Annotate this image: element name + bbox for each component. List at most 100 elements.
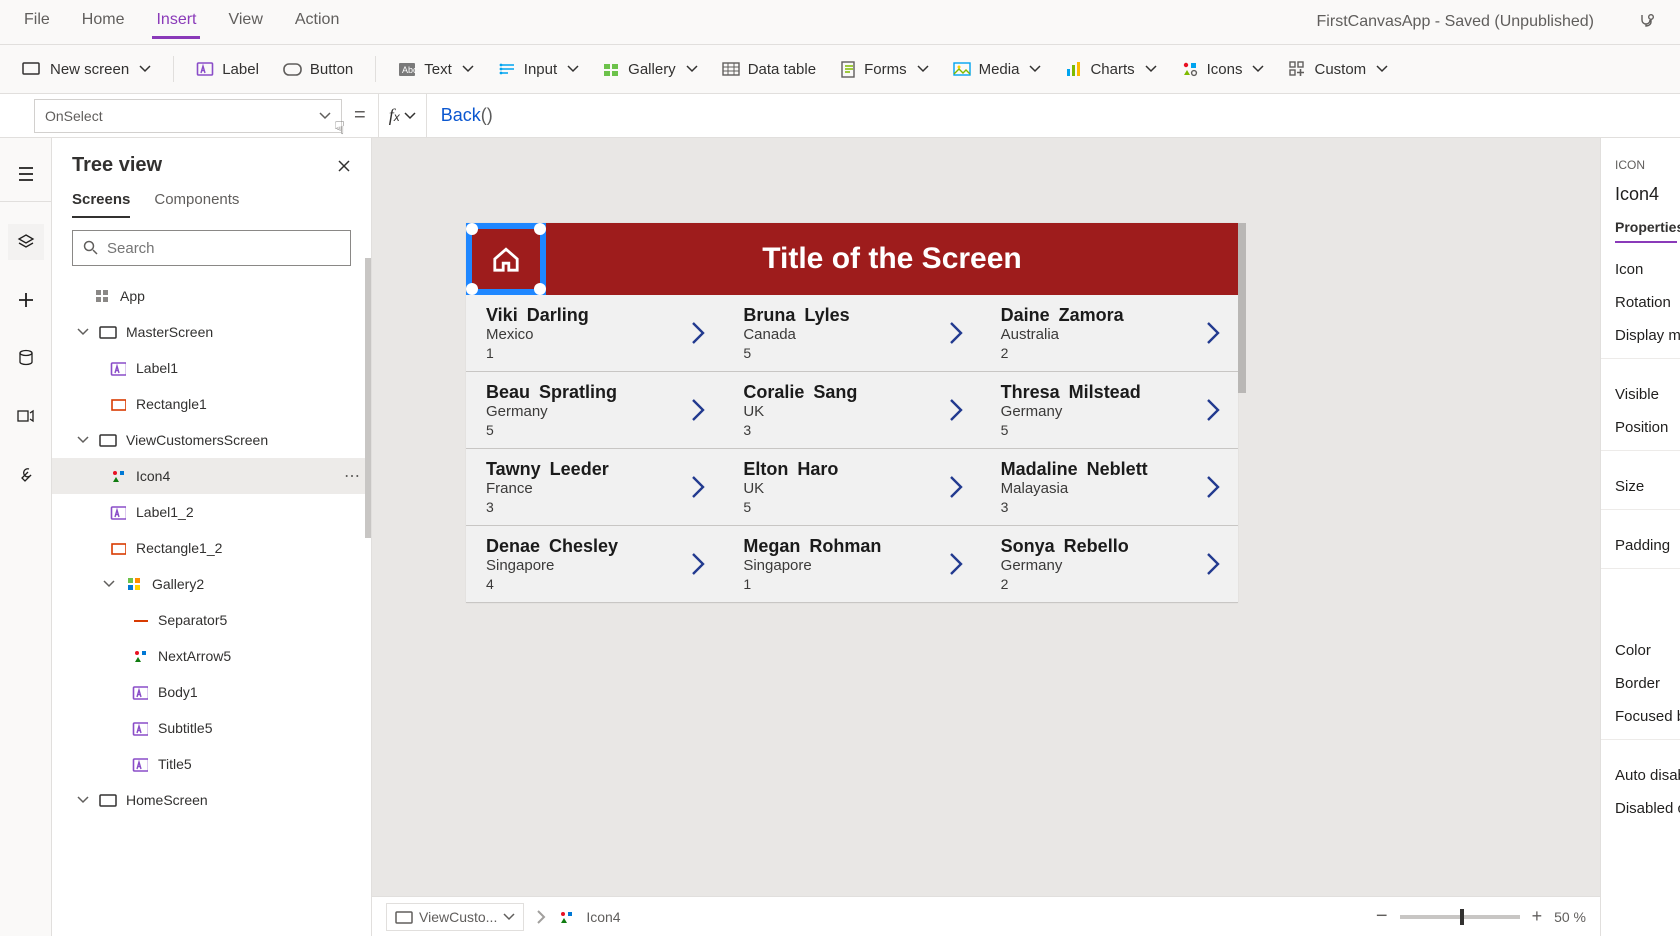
prop-row[interactable]: Rotation: [1601, 286, 1680, 319]
menu-action[interactable]: Action: [291, 5, 343, 39]
app-canvas[interactable]: Title of the Screen Viki DarlingMexico1B…: [466, 223, 1238, 603]
zoom-out-button[interactable]: −: [1376, 905, 1388, 928]
canvas-scrollbar[interactable]: [1238, 223, 1246, 393]
chevron-right-icon[interactable]: [947, 398, 965, 422]
custom-button[interactable]: Custom: [1286, 56, 1390, 82]
tree-node-body1[interactable]: Body1: [52, 674, 371, 710]
prop-row[interactable]: Size: [1601, 470, 1680, 503]
prop-row[interactable]: Disabled col: [1601, 792, 1680, 825]
input-button[interactable]: Input: [496, 56, 581, 82]
gallery-grid: Viki DarlingMexico1Bruna LylesCanada5Dai…: [466, 295, 1238, 603]
selected-icon-home[interactable]: [466, 223, 546, 295]
media-button[interactable]: Media: [951, 56, 1044, 82]
tree-node-label1-2[interactable]: Label1_2: [52, 494, 371, 530]
data-rail-button[interactable]: [8, 340, 44, 376]
datatable-button[interactable]: Data table: [720, 56, 818, 82]
chevron-right-icon[interactable]: [689, 321, 707, 345]
tree-view-button[interactable]: [8, 224, 44, 260]
chevron-right-icon[interactable]: [947, 552, 965, 576]
menu-insert[interactable]: Insert: [152, 5, 200, 39]
chevron-right-icon[interactable]: [689, 398, 707, 422]
gallery-button[interactable]: Gallery: [601, 57, 700, 82]
zoom-slider[interactable]: [1400, 915, 1520, 919]
breadcrumb-screen[interactable]: ViewCusto...: [386, 903, 524, 931]
gallery-item[interactable]: Denae ChesleySingapore4: [466, 526, 723, 603]
prop-row[interactable]: Padding: [1601, 529, 1680, 562]
gallery-item[interactable]: Tawny LeederFrance3: [466, 449, 723, 526]
tree-node-label1[interactable]: Label1: [52, 350, 371, 386]
gallery-item[interactable]: Viki DarlingMexico1: [466, 295, 723, 372]
tree-node-master[interactable]: MasterScreen: [52, 314, 371, 350]
tree-node-app[interactable]: App: [52, 278, 371, 314]
chevron-right-icon[interactable]: [1204, 552, 1222, 576]
item-name: Viki Darling: [486, 305, 679, 326]
chevron-right-icon[interactable]: [689, 552, 707, 576]
icons-button[interactable]: Icons: [1179, 56, 1267, 82]
chevron-right-icon[interactable]: [1204, 321, 1222, 345]
gallery-item[interactable]: Bruna LylesCanada5: [723, 295, 980, 372]
chevron-right-icon[interactable]: [1204, 475, 1222, 499]
tree-node-rectangle1[interactable]: Rectangle1: [52, 386, 371, 422]
formula-input[interactable]: Back(): [427, 105, 493, 127]
hamburger-button[interactable]: [0, 156, 51, 202]
tree-list: App MasterScreen Label1 Rectangle1 ViewC…: [52, 274, 371, 936]
tree-node-title5[interactable]: Title5: [52, 746, 371, 782]
close-tree-button[interactable]: [337, 159, 351, 173]
tree-node-gallery2[interactable]: Gallery2: [52, 566, 371, 602]
prop-row[interactable]: Position: [1601, 411, 1680, 444]
tab-screens[interactable]: Screens: [72, 191, 130, 218]
tree-node-icon4[interactable]: Icon4⋯: [52, 458, 371, 494]
tree-node-view[interactable]: ViewCustomersScreen: [52, 422, 371, 458]
menu-view[interactable]: View: [224, 5, 266, 39]
prop-row[interactable]: Visible: [1601, 378, 1680, 411]
equals-sign: =: [354, 104, 366, 127]
gallery-item[interactable]: Sonya RebelloGermany2: [981, 526, 1238, 603]
prop-row[interactable]: Border: [1601, 667, 1680, 700]
button-button[interactable]: Button: [281, 56, 355, 82]
tree-node-subtitle5[interactable]: Subtitle5: [52, 710, 371, 746]
tree-search[interactable]: [72, 230, 351, 266]
tree-node-home[interactable]: HomeScreen: [52, 782, 371, 818]
gallery-item[interactable]: Beau SpratlingGermany5: [466, 372, 723, 449]
chevron-right-icon[interactable]: [689, 475, 707, 499]
gallery-item[interactable]: Coralie SangUK3: [723, 372, 980, 449]
tree-node-separator5[interactable]: Separator5: [52, 602, 371, 638]
tab-properties[interactable]: Properties: [1615, 219, 1677, 243]
label-button[interactable]: Label: [194, 56, 261, 82]
property-dropdown[interactable]: OnSelect ☟: [34, 99, 342, 133]
tree-node-nextarrow5[interactable]: NextArrow5: [52, 638, 371, 674]
gallery-item[interactable]: Elton HaroUK5: [723, 449, 980, 526]
chevron-right-icon[interactable]: [947, 475, 965, 499]
gallery-item[interactable]: Megan RohmanSingapore1: [723, 526, 980, 603]
text-button[interactable]: Text: [396, 57, 476, 82]
chevron-right-icon[interactable]: [947, 321, 965, 345]
menu-home[interactable]: Home: [78, 5, 129, 39]
prop-row[interactable]: Auto disable: [1601, 759, 1680, 792]
search-input[interactable]: [107, 240, 340, 257]
item-subtitle: Germany: [486, 403, 679, 420]
gallery-item[interactable]: Thresa MilsteadGermany5: [981, 372, 1238, 449]
scrollbar[interactable]: [365, 258, 371, 538]
more-icon[interactable]: ⋯: [344, 466, 361, 486]
prop-row[interactable]: Focused bor: [1601, 700, 1680, 733]
fx-button[interactable]: fx: [378, 94, 427, 137]
gallery-item[interactable]: Madaline NeblettMalayasia3: [981, 449, 1238, 526]
forms-button[interactable]: Forms: [838, 56, 931, 83]
tab-components[interactable]: Components: [154, 191, 239, 218]
chevron-right-icon[interactable]: [1204, 398, 1222, 422]
chevron-down-icon: [1029, 65, 1041, 73]
insert-rail-button[interactable]: [8, 282, 44, 318]
prop-row[interactable]: Display mod: [1601, 319, 1680, 352]
charts-button[interactable]: Charts: [1063, 56, 1158, 82]
zoom-in-button[interactable]: +: [1532, 906, 1543, 927]
menu-file[interactable]: File: [20, 5, 54, 39]
prop-row[interactable]: Color: [1601, 634, 1680, 667]
new-screen-button[interactable]: New screen: [20, 57, 153, 82]
gallery-item[interactable]: Daine ZamoraAustralia2: [981, 295, 1238, 372]
tree-node-rectangle1-2[interactable]: Rectangle1_2: [52, 530, 371, 566]
media-rail-button[interactable]: [8, 398, 44, 434]
diagnostics-icon[interactable]: [1638, 12, 1660, 32]
prop-row[interactable]: Icon: [1601, 253, 1680, 286]
canvas-area[interactable]: Title of the Screen Viki DarlingMexico1B…: [372, 138, 1600, 936]
tools-rail-button[interactable]: [8, 456, 44, 492]
